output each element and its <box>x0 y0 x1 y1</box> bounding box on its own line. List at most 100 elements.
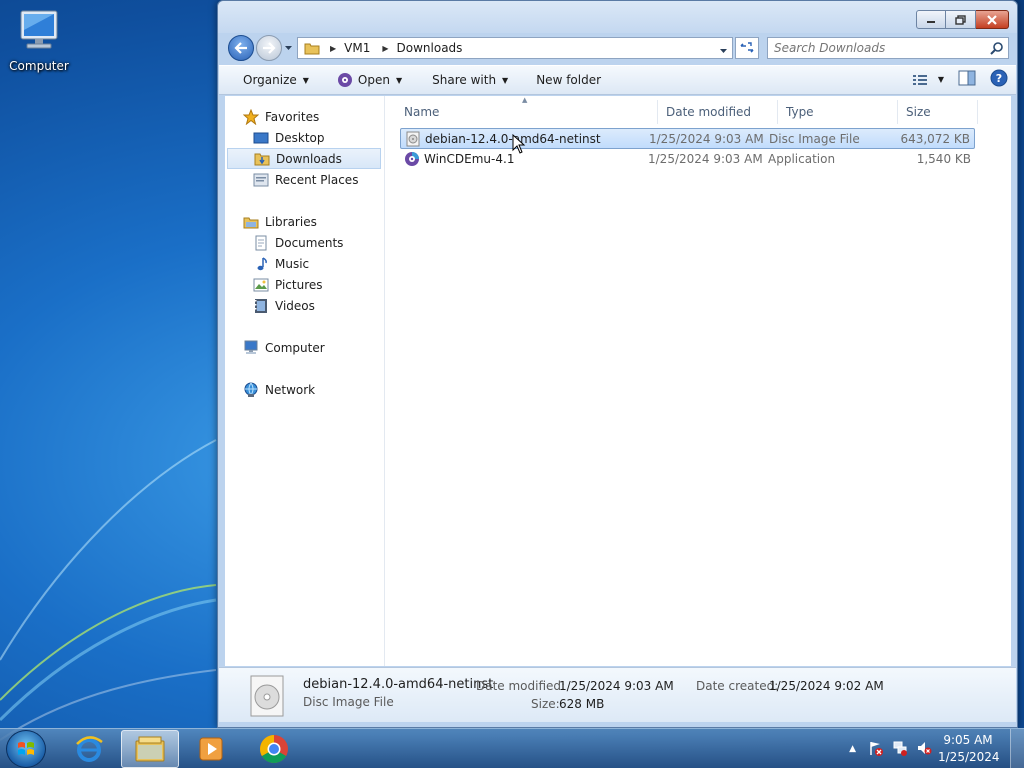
nav-desktop[interactable]: Desktop <box>253 127 381 148</box>
address-dropdown-button[interactable] <box>719 44 728 58</box>
organize-label: Organize <box>243 73 297 87</box>
change-view-button[interactable]: ▼ <box>912 73 944 87</box>
action-center-icon[interactable] <box>868 740 884 759</box>
details-date-modified-label: Date modified: <box>476 679 566 693</box>
details-date-created-label: Date created: <box>696 679 779 693</box>
nav-music[interactable]: Music <box>253 253 381 274</box>
breadcrumb-separator-icon[interactable]: ▶ <box>382 44 388 53</box>
column-header-name[interactable]: Name <box>396 100 658 124</box>
address-bar[interactable]: ▶ VM1 ▶ Downloads <box>297 37 733 59</box>
forward-button[interactable] <box>256 35 282 61</box>
nav-pictures[interactable]: Pictures <box>253 274 381 295</box>
share-with-button[interactable]: Share with ▼ <box>420 68 520 92</box>
search-input[interactable] <box>768 38 978 58</box>
taskbar-internet-explorer[interactable] <box>60 730 118 768</box>
desktop-icon-computer[interactable]: Computer <box>8 8 70 73</box>
file-size: 643,072 KB <box>900 131 970 146</box>
open-label: Open <box>357 73 390 87</box>
new-folder-label: New folder <box>536 73 602 87</box>
maximize-button[interactable] <box>946 10 976 29</box>
file-list: ▲ Name Date modified Type Size debian-12… <box>386 96 1011 666</box>
clock-time: 9:05 AM <box>943 733 993 747</box>
preview-pane-icon <box>958 70 976 86</box>
desktop-icon <box>253 130 269 146</box>
command-bar: Organize ▼ Open ▼ Share with ▼ New folder ▼… <box>219 65 1016 95</box>
close-button[interactable] <box>976 10 1009 29</box>
taskbar-media-player[interactable] <box>182 730 240 768</box>
caption-buttons <box>916 10 1009 29</box>
clock[interactable]: 9:05 AM 1/25/2024 <box>938 732 1000 766</box>
details-size: 628 MB <box>559 697 605 711</box>
file-name: WinCDEmu-4.1 <box>424 151 515 166</box>
start-button[interactable] <box>6 730 46 768</box>
nav-downloads-label: Downloads <box>276 151 342 166</box>
windows-logo-icon <box>18 742 34 755</box>
taskbar: ▲ 9:05 AM 1/25/2024 <box>0 728 1024 768</box>
details-file-name: debian-12.4.0-amd64-netinst <box>303 677 494 692</box>
details-file-type: Disc Image File <box>303 695 394 709</box>
nav-libraries-label: Libraries <box>265 214 317 229</box>
nav-recent-places[interactable]: Recent Places <box>253 169 381 190</box>
breadcrumb-vm1[interactable]: VM1 <box>344 41 370 55</box>
system-tray: ▲ 9:05 AM 1/25/2024 <box>849 729 1024 768</box>
nav-computer[interactable]: Computer <box>243 337 383 358</box>
file-row[interactable]: WinCDEmu-4.1 1/25/2024 9:03 AM Applicati… <box>400 149 975 170</box>
column-header-type[interactable]: Type <box>778 100 898 124</box>
column-header-name-label: Name <box>404 105 440 119</box>
file-type: Disc Image File <box>769 131 860 146</box>
chevron-down-icon: ▼ <box>302 75 309 85</box>
search-icon[interactable] <box>990 41 1004 58</box>
network-tray-icon[interactable] <box>892 740 908 759</box>
recent-pages-button[interactable] <box>284 41 293 55</box>
chevron-down-icon <box>285 46 292 50</box>
refresh-button[interactable] <box>735 37 759 59</box>
search-box[interactable] <box>767 37 1009 59</box>
nav-favorites[interactable]: Favorites <box>243 106 383 127</box>
file-row[interactable]: debian-12.4.0-amd64-netinst 1/25/2024 9:… <box>400 128 975 149</box>
show-desktop-button[interactable] <box>1010 729 1024 768</box>
nav-documents[interactable]: Documents <box>253 232 381 253</box>
breadcrumb-separator-icon[interactable]: ▶ <box>330 44 336 53</box>
star-icon <box>243 108 259 125</box>
nav-desktop-label: Desktop <box>275 130 325 145</box>
back-button[interactable] <box>228 35 254 61</box>
wincdemu-app-icon <box>404 149 420 168</box>
chevron-down-icon <box>720 49 727 53</box>
recent-places-icon <box>253 172 269 188</box>
explorer-window: ▶ VM1 ▶ Downloads Organize▼ Open▼ Share <box>217 0 1018 728</box>
pictures-icon <box>253 277 269 293</box>
share-with-label: Share with <box>432 73 497 87</box>
column-header-size[interactable]: Size <box>898 100 978 124</box>
volume-muted-icon[interactable] <box>916 740 932 759</box>
taskbar-chrome[interactable] <box>245 730 303 768</box>
view-details-icon <box>912 74 927 85</box>
taskbar-windows-explorer[interactable] <box>121 730 179 768</box>
column-header-date-modified[interactable]: Date modified <box>658 100 778 124</box>
music-icon <box>253 256 269 272</box>
open-button[interactable]: Open ▼ <box>325 68 414 92</box>
navigation-pane: Favorites Desktop Downloads Recent Place… <box>225 96 385 666</box>
close-icon <box>987 14 997 25</box>
minimize-button[interactable] <box>916 10 946 29</box>
nav-libraries[interactable]: Libraries <box>243 211 383 232</box>
restore-icon <box>954 14 966 25</box>
arrow-right-icon <box>263 42 276 54</box>
nav-videos[interactable]: Videos <box>253 295 381 316</box>
disc-image-large-icon <box>250 675 284 717</box>
organize-button[interactable]: Organize ▼ <box>219 68 321 92</box>
column-header-date-label: Date modified <box>666 105 752 119</box>
breadcrumb-downloads[interactable]: Downloads <box>397 41 463 55</box>
details-date-created: 1/25/2024 9:02 AM <box>769 679 884 693</box>
file-size: 1,540 KB <box>916 151 971 166</box>
nav-network[interactable]: Network <box>243 379 383 400</box>
new-folder-button[interactable]: New folder <box>524 68 613 92</box>
nav-videos-label: Videos <box>275 298 315 313</box>
show-hidden-icons-button[interactable]: ▲ <box>849 744 856 754</box>
help-button[interactable]: ? <box>990 69 1008 90</box>
title-bar[interactable] <box>218 1 1017 33</box>
details-size-label: Size: <box>531 697 560 711</box>
downloads-folder-icon <box>254 151 270 167</box>
nav-downloads[interactable]: Downloads <box>227 148 381 169</box>
preview-pane-button[interactable] <box>958 70 976 89</box>
content-area: Favorites Desktop Downloads Recent Place… <box>225 96 1011 666</box>
